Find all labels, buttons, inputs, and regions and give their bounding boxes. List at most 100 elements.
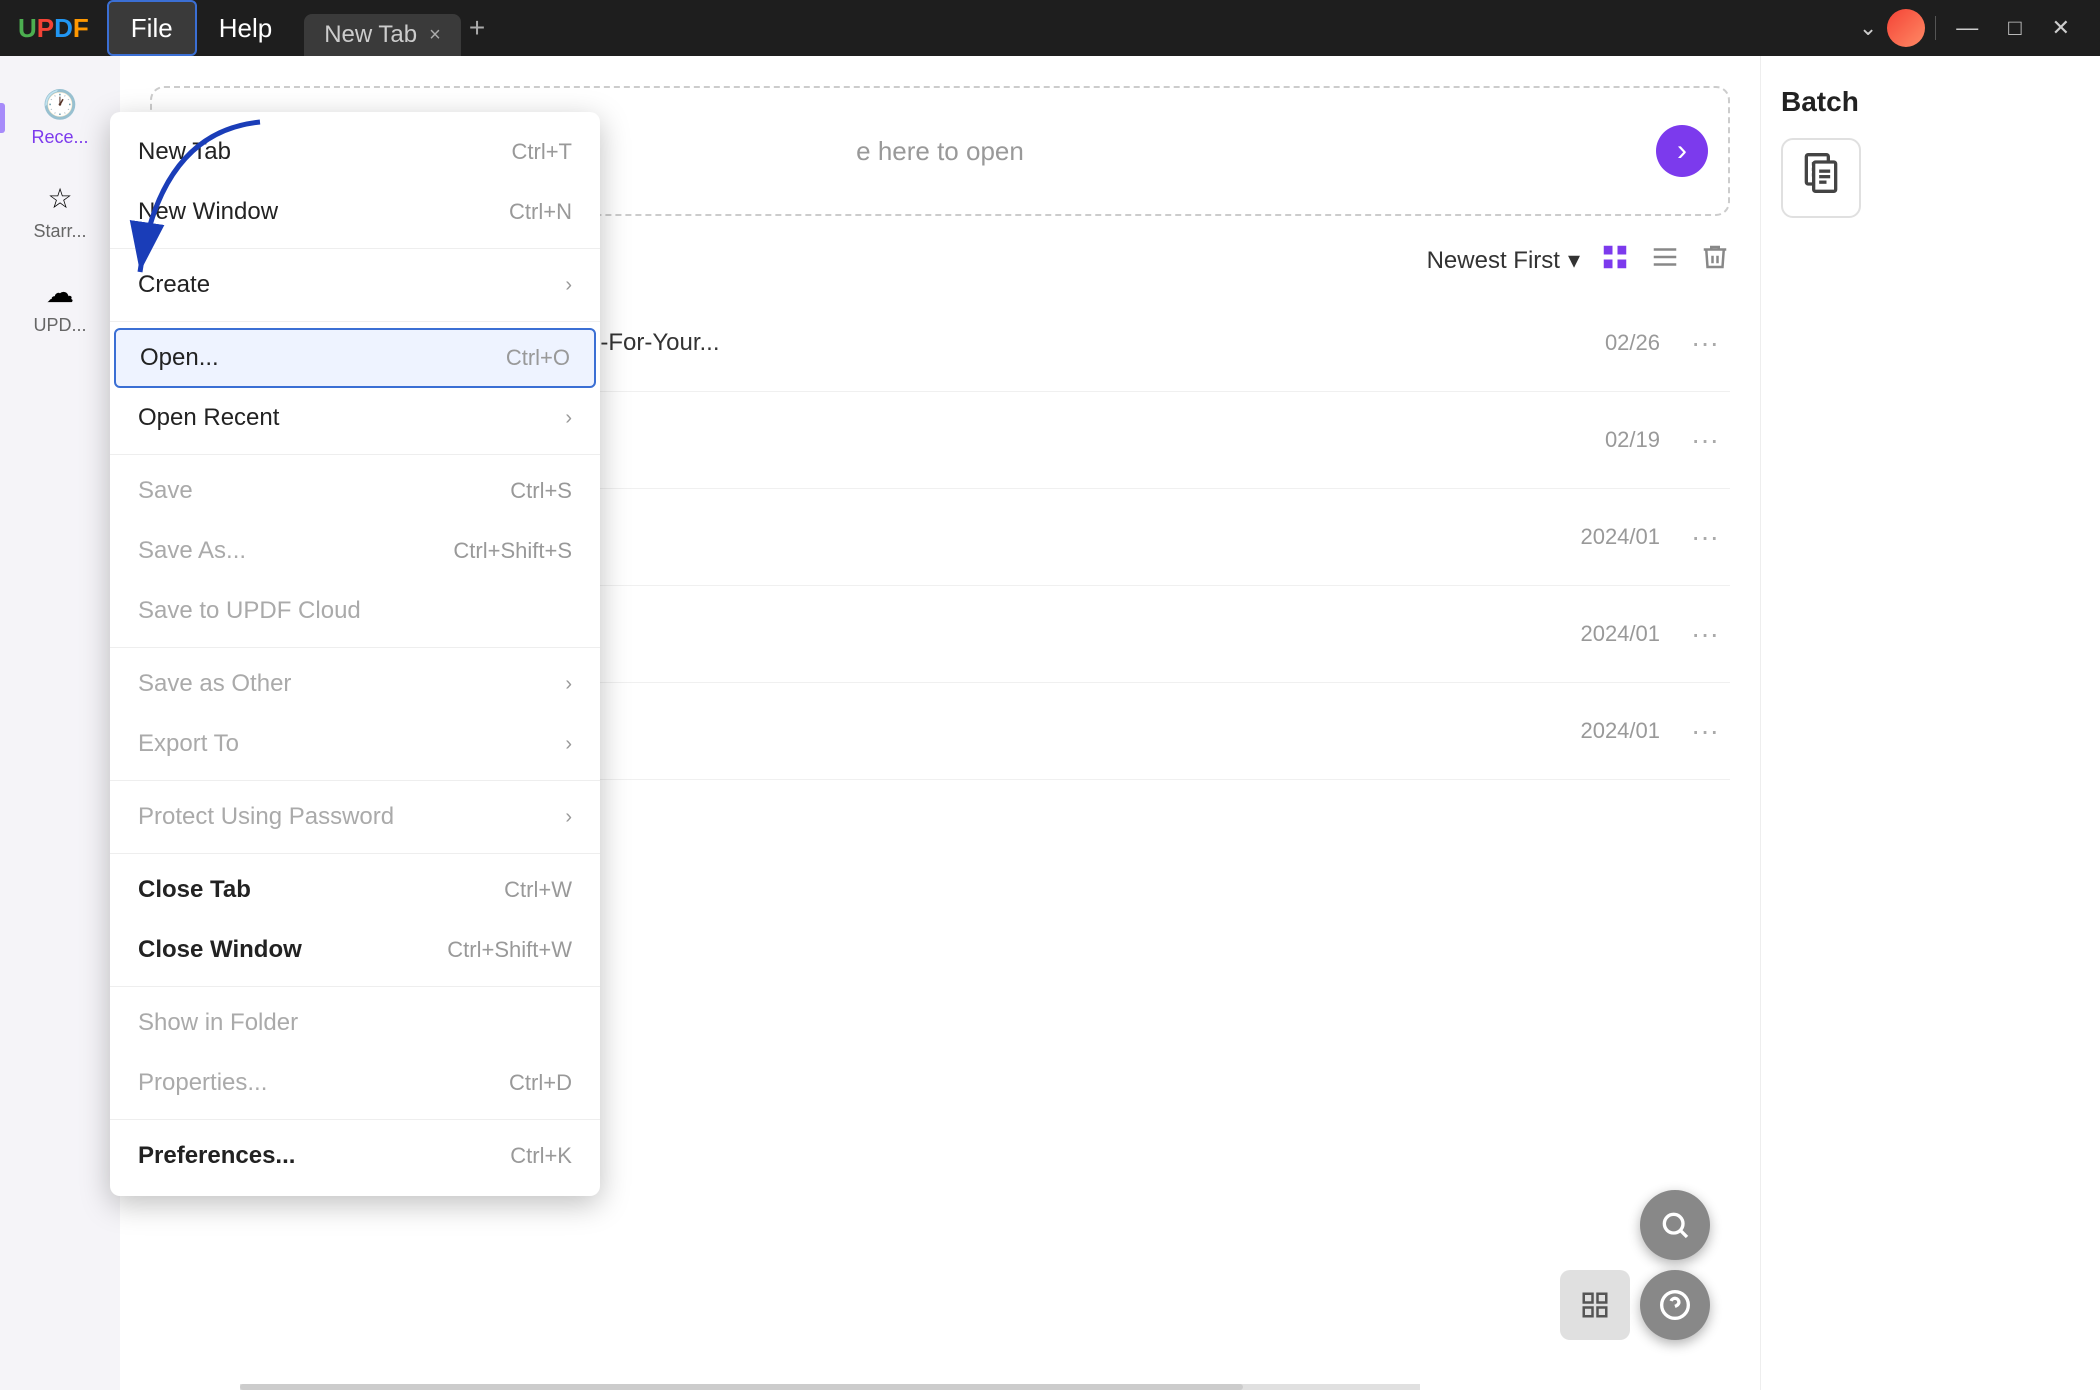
sidebar-cloud-label: UPD...: [33, 315, 86, 336]
file-date: 2024/01: [1540, 718, 1660, 744]
menu-bar: File Help: [107, 0, 294, 56]
title-bar-right: ⌄ — □ ✕: [1859, 9, 2100, 47]
submenu-arrow-icon: ›: [565, 274, 572, 297]
menu-item-close-tab[interactable]: Close Tab Ctrl+W: [110, 860, 600, 920]
menu-item-open-recent[interactable]: Open Recent ›: [110, 388, 600, 448]
menu-item-close-window[interactable]: Close Window Ctrl+Shift+W: [110, 920, 600, 980]
menu-separator: [110, 248, 600, 249]
menu-item-open[interactable]: Open... Ctrl+O: [114, 328, 596, 388]
menu-item-save-cloud: Save to UPDF Cloud: [110, 581, 600, 641]
batch-icon-button[interactable]: [1781, 138, 1861, 218]
menu-shortcut: Ctrl+W: [504, 877, 572, 903]
cloud-icon: ☁: [46, 276, 74, 309]
grid-fab[interactable]: [1560, 1270, 1630, 1340]
menu-item-label: Export To: [138, 730, 239, 758]
sort-arrow-icon: ▾: [1568, 246, 1580, 275]
sidebar: 🕐 Rece... ☆ Starr... ☁ UPD...: [0, 56, 120, 1390]
tab-new[interactable]: New Tab ×: [304, 14, 461, 56]
logo-u: U: [18, 13, 37, 43]
menu-item-label: Open...: [140, 344, 219, 372]
menu-item-save-other: Save as Other ›: [110, 654, 600, 714]
menu-shortcut: Ctrl+D: [509, 1070, 572, 1096]
sidebar-item-cloud[interactable]: ☁ UPD...: [8, 264, 112, 348]
menu-item-label: Close Window: [138, 936, 302, 964]
app-body: 🕐 Rece... ☆ Starr... ☁ UPD... e here to …: [0, 56, 2100, 1390]
sort-dropdown[interactable]: Newest First ▾: [1427, 246, 1580, 275]
sidebar-starred-label: Starr...: [33, 221, 86, 242]
batch-title: Batch: [1781, 86, 2080, 118]
file-date: 02/26: [1540, 330, 1660, 356]
menu-item-export: Export To ›: [110, 714, 600, 774]
menu-item-label: Open Recent: [138, 404, 279, 432]
menu-shortcut: Ctrl+S: [510, 478, 572, 504]
menu-item-label: Show in Folder: [138, 1009, 298, 1037]
menu-separator: [110, 321, 600, 322]
menu-shortcut: Ctrl+O: [506, 345, 570, 371]
view-grid-button[interactable]: [1650, 242, 1680, 279]
menu-shortcut: Ctrl+T: [512, 139, 573, 165]
user-avatar[interactable]: [1887, 9, 1925, 47]
sidebar-recents-label: Rece...: [31, 127, 88, 148]
file-date: 02/19: [1540, 427, 1660, 453]
menu-shortcut: Ctrl+Shift+S: [453, 538, 572, 564]
menu-item-save: Save Ctrl+S: [110, 461, 600, 521]
file-date: 2024/01: [1540, 524, 1660, 550]
menu-item-save-as: Save As... Ctrl+Shift+S: [110, 521, 600, 581]
progress-bar-area: [240, 1384, 1420, 1390]
maximize-button[interactable]: □: [1998, 15, 2031, 41]
app-logo: UPDF: [0, 13, 107, 44]
menu-item-label: Save as Other: [138, 670, 291, 698]
menu-separator: [110, 986, 600, 987]
tab-add-button[interactable]: +: [469, 12, 485, 44]
file-more-button[interactable]: ···: [1680, 521, 1730, 553]
file-date: 2024/01: [1540, 621, 1660, 647]
progress-bar-fill: [240, 1384, 1243, 1390]
tab-close-icon[interactable]: ×: [429, 24, 441, 47]
menu-item-label: Close Tab: [138, 876, 251, 904]
menu-help[interactable]: Help: [197, 0, 294, 56]
menu-item-create[interactable]: Create ›: [110, 255, 600, 315]
file-more-button[interactable]: ···: [1680, 618, 1730, 650]
help-fab[interactable]: [1640, 1270, 1710, 1340]
menu-separator: [110, 853, 600, 854]
menu-separator: [110, 454, 600, 455]
close-window-button[interactable]: ✕: [2042, 15, 2080, 41]
clock-icon: 🕐: [43, 88, 78, 121]
chevron-right-icon: ›: [1677, 134, 1687, 168]
divider: [1935, 16, 1936, 40]
logo-p: P: [37, 13, 54, 43]
menu-item-label: Save to UPDF Cloud: [138, 597, 361, 625]
submenu-arrow-icon: ›: [565, 673, 572, 696]
open-file-button[interactable]: ›: [1656, 125, 1708, 177]
logo-f: F: [73, 13, 89, 43]
menu-separator: [110, 647, 600, 648]
menu-item-properties: Properties... Ctrl+D: [110, 1053, 600, 1113]
menu-item-label: Create: [138, 271, 210, 299]
menu-item-label: Save: [138, 477, 193, 505]
file-more-button[interactable]: ···: [1680, 424, 1730, 456]
menu-item-preferences[interactable]: Preferences... Ctrl+K: [110, 1126, 600, 1186]
menu-item-protect: Protect Using Password ›: [110, 787, 600, 847]
view-list-button[interactable]: [1600, 242, 1630, 279]
delete-button[interactable]: [1700, 242, 1730, 279]
menu-item-new-tab[interactable]: New Tab Ctrl+T: [110, 122, 600, 182]
minimize-button[interactable]: —: [1946, 15, 1988, 41]
menu-item-label: New Tab: [138, 138, 231, 166]
sidebar-item-starred[interactable]: ☆ Starr...: [8, 170, 112, 254]
dropdown-chevron-icon[interactable]: ⌄: [1859, 15, 1877, 41]
menu-shortcut: Ctrl+K: [510, 1143, 572, 1169]
menu-item-new-window[interactable]: New Window Ctrl+N: [110, 182, 600, 242]
file-more-button[interactable]: ···: [1680, 715, 1730, 747]
star-icon: ☆: [47, 182, 72, 215]
sidebar-item-recents[interactable]: 🕐 Rece...: [8, 76, 112, 160]
file-menu-dropdown: New Tab Ctrl+T New Window Ctrl+N Create …: [110, 112, 600, 1196]
menu-file[interactable]: File: [107, 0, 197, 56]
menu-item-label: Properties...: [138, 1069, 267, 1097]
logo-d: D: [54, 13, 73, 43]
search-fab[interactable]: [1640, 1190, 1710, 1260]
tabs-bar: New Tab × +: [304, 0, 1859, 56]
menu-item-show-folder: Show in Folder: [110, 993, 600, 1053]
file-more-button[interactable]: ···: [1680, 327, 1730, 359]
batch-panel: Batch: [1760, 56, 2100, 1390]
menu-shortcut: Ctrl+Shift+W: [447, 937, 572, 963]
